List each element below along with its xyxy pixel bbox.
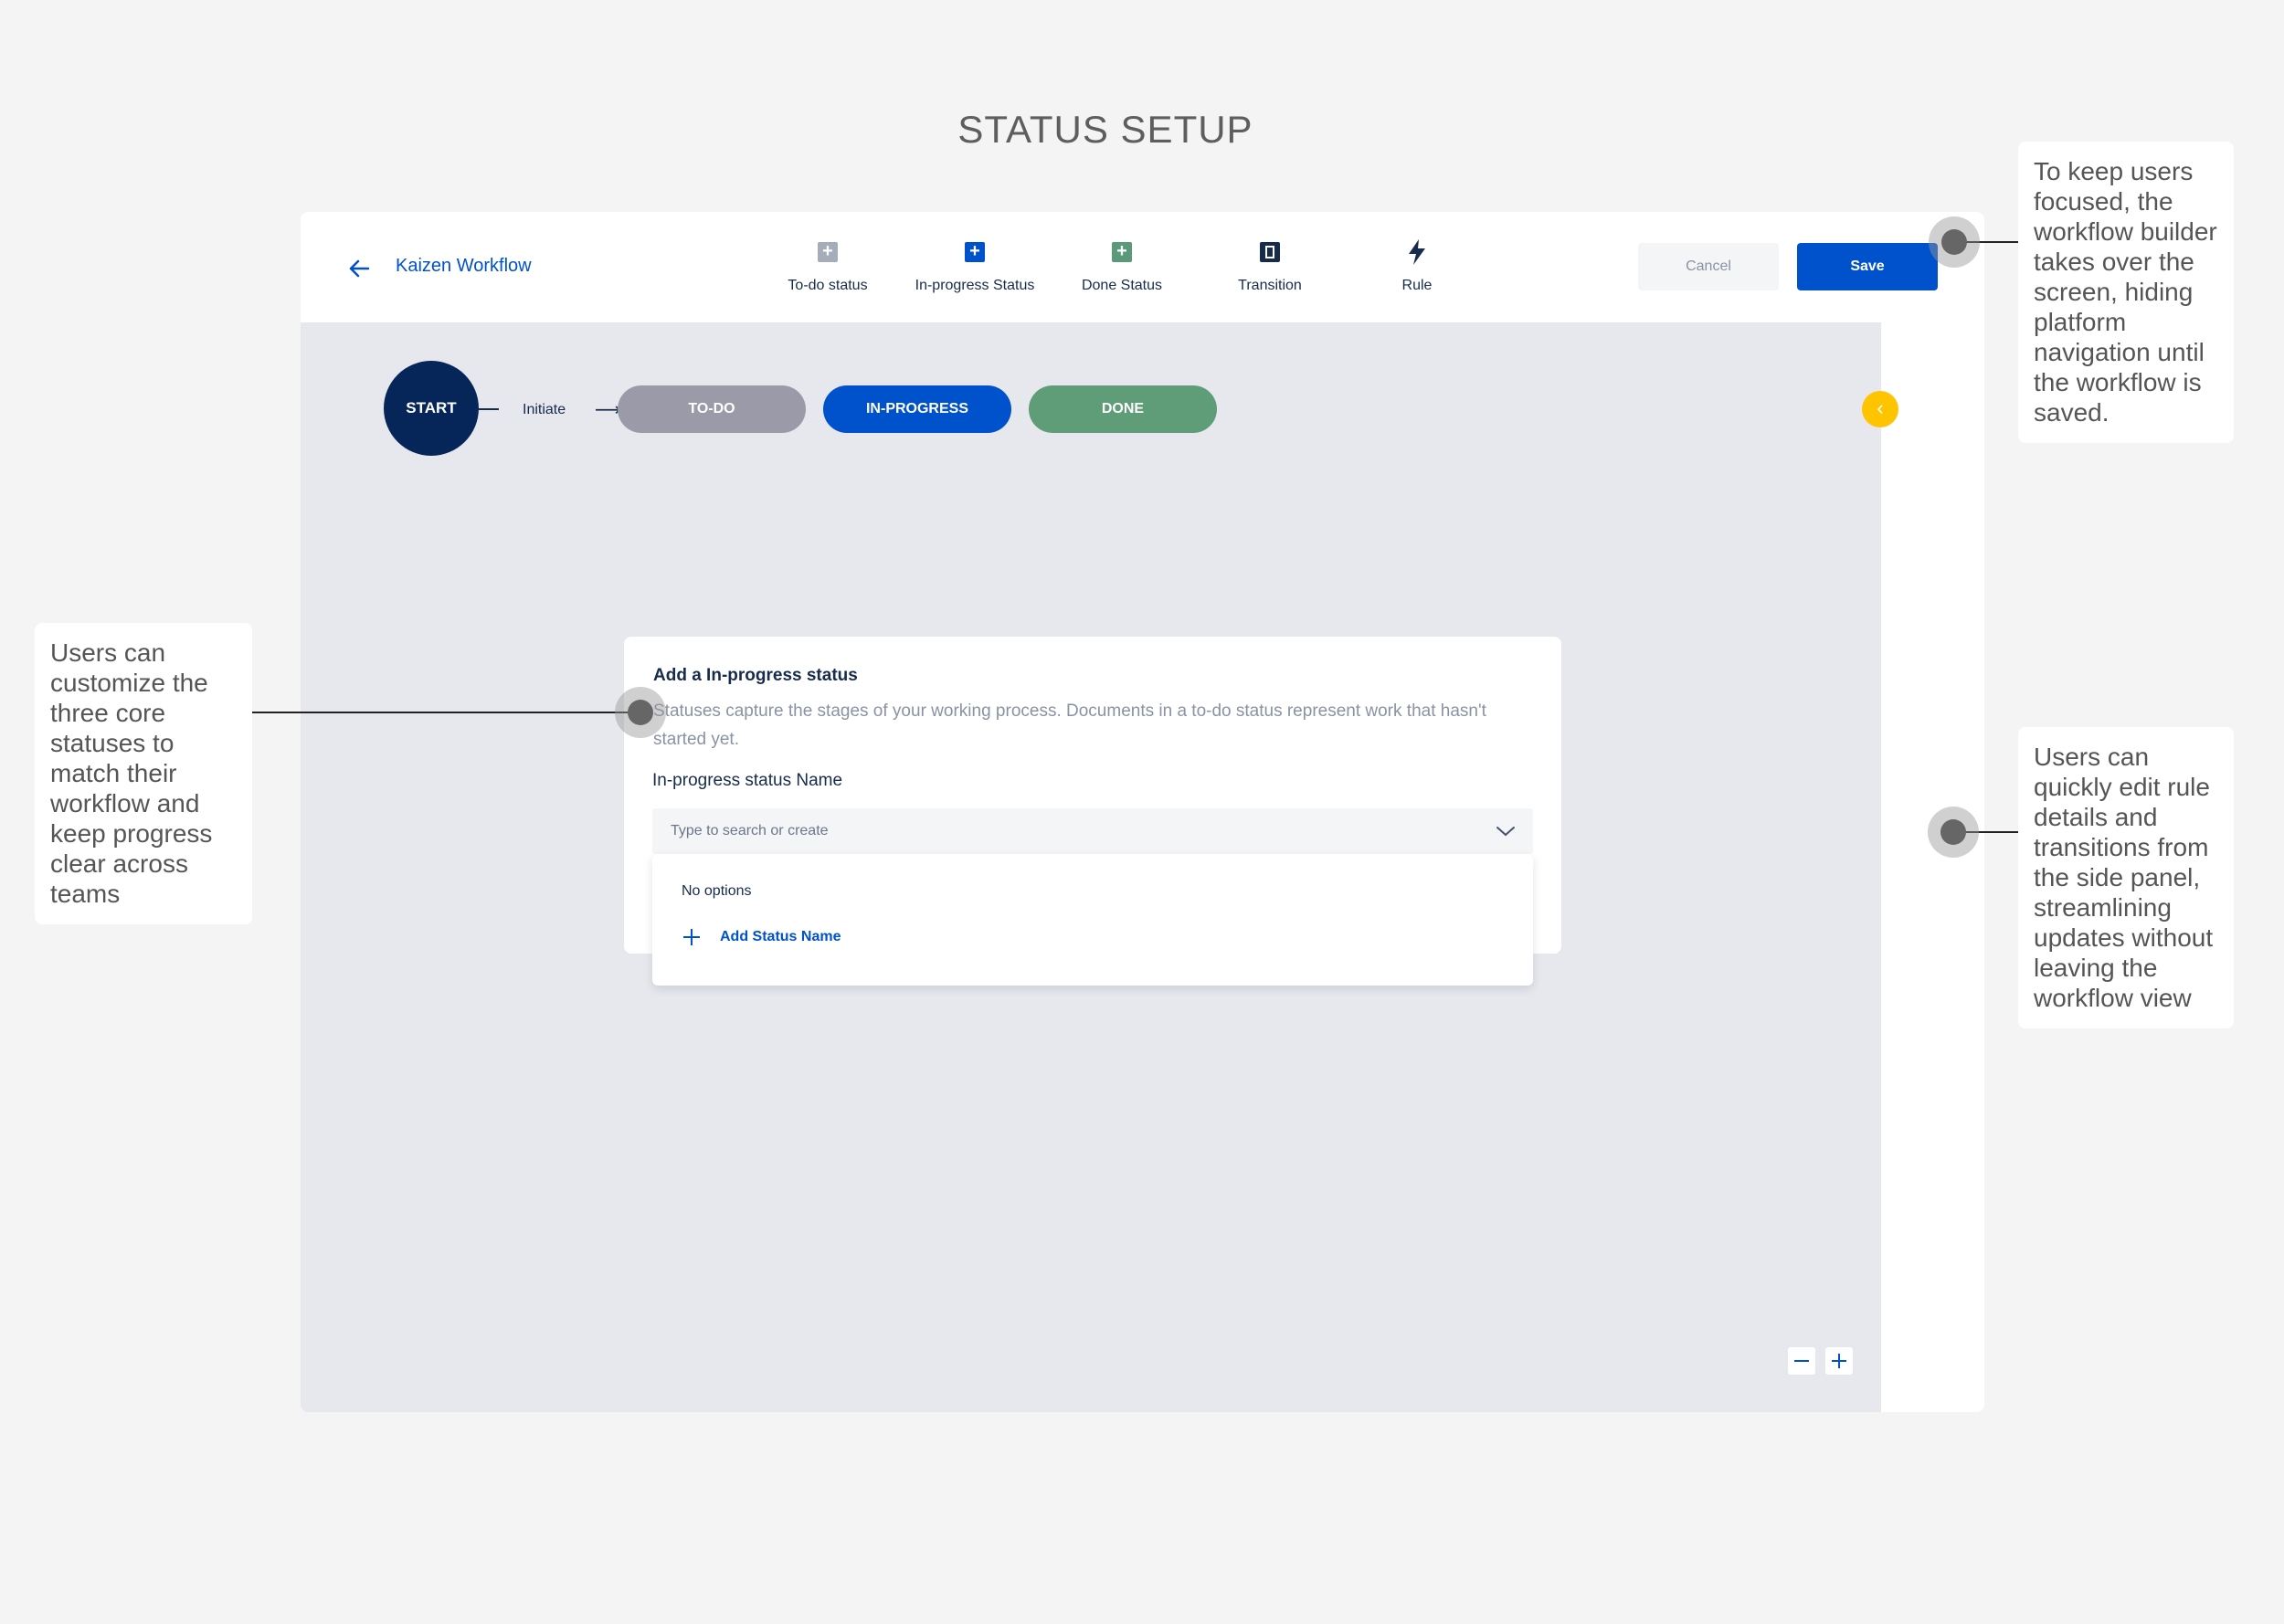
save-button[interactable]: Save: [1797, 243, 1938, 290]
chevron-left-icon: ‹: [1877, 396, 1884, 419]
status-dropdown: No options Add Status Name: [652, 854, 1533, 986]
status-name-input[interactable]: [652, 808, 1475, 854]
collapse-panel-button[interactable]: ‹: [1862, 391, 1898, 427]
zoom-out-button[interactable]: [1788, 1347, 1815, 1375]
status-name-select[interactable]: [652, 808, 1533, 854]
tool-label: Done Status: [1081, 278, 1163, 293]
annotation-marker: [615, 687, 666, 738]
lightning-icon: [1409, 239, 1425, 265]
annotation-leader: [252, 712, 641, 713]
plus-icon: [1832, 1354, 1846, 1368]
tool-transition[interactable]: Transition: [1197, 239, 1343, 294]
plus-square-icon: +: [965, 242, 985, 262]
tool-label: Rule: [1401, 278, 1433, 293]
plus-square-icon: +: [1112, 242, 1132, 262]
annotation-marker: [1929, 216, 1980, 268]
minus-icon: [1794, 1360, 1809, 1362]
start-node[interactable]: START: [384, 361, 479, 456]
plus-icon: [683, 929, 700, 945]
side-panel[interactable]: [1881, 322, 1984, 1412]
add-status-name-button[interactable]: Add Status Name: [682, 927, 841, 947]
top-bar: Kaizen Workflow + To-do status + In-prog…: [301, 212, 1984, 322]
annotation-side-panel: Users can quickly edit rule details and …: [2018, 727, 2234, 1028]
initiate-transition[interactable]: Initiate: [523, 402, 566, 418]
workflow-name[interactable]: Kaizen Workflow: [396, 256, 532, 277]
zoom-in-button[interactable]: [1825, 1347, 1853, 1375]
modal-title: Add a In-progress status: [653, 666, 858, 685]
status-done[interactable]: DONE: [1029, 385, 1217, 433]
transition-icon: [1260, 242, 1280, 262]
tool-inprogress-status[interactable]: + In-progress Status: [902, 239, 1048, 294]
status-todo[interactable]: TO-DO: [618, 385, 806, 433]
tool-label: To-do status: [788, 278, 868, 293]
annotation-marker: [1928, 807, 1979, 858]
tool-rule[interactable]: Rule: [1344, 239, 1490, 294]
connector-line: [479, 408, 499, 410]
modal-description: Statuses capture the stages of your work…: [653, 701, 1486, 749]
tool-label: Transition: [1238, 278, 1302, 293]
tool-todo-status[interactable]: + To-do status: [755, 239, 901, 294]
annotation-focus: To keep users focused, the workflow buil…: [2018, 142, 2234, 443]
workflow-builder: Kaizen Workflow + To-do status + In-prog…: [301, 212, 1984, 1412]
annotation-statuses: Users can customize the three core statu…: [35, 623, 252, 924]
add-status-label: Add Status Name: [720, 929, 841, 944]
cancel-button[interactable]: Cancel: [1638, 243, 1779, 290]
back-arrow-icon[interactable]: [344, 254, 374, 283]
status-name-label: In-progress status Name: [652, 771, 843, 790]
tool-done-status[interactable]: + Done Status: [1049, 239, 1195, 294]
status-inprogress[interactable]: IN-PROGRESS: [823, 385, 1011, 433]
page-title: STATUS SETUP: [957, 108, 1253, 151]
tool-label: In-progress Status: [915, 278, 1035, 293]
plus-square-icon: +: [818, 242, 838, 262]
no-options-text: No options: [682, 883, 752, 899]
chevron-down-icon[interactable]: [1495, 823, 1517, 839]
